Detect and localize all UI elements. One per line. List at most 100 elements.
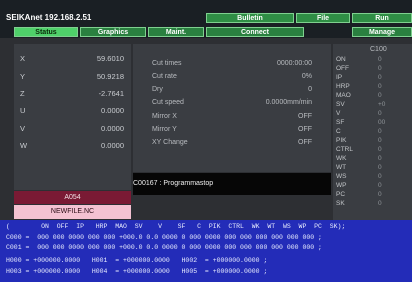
axis-row-u: U 0.0000 — [20, 106, 124, 118]
table-row: C000 = 000 000 0000 000 000 +000.0 0.0 0… — [6, 234, 322, 241]
axis-value: 0.0000 — [101, 141, 124, 150]
table-header: ( ON OFF IP HRP MAO SV V SF C PIK CTRL W… — [6, 223, 346, 230]
code-value: 0 — [378, 74, 382, 81]
code-value: 0 — [378, 155, 382, 162]
code-row: WT 0 — [336, 164, 412, 173]
code-value: +0 — [378, 101, 386, 108]
info-row-cut-times: Cut times 0000:00:00 — [152, 60, 312, 70]
info-value: OFF — [298, 113, 312, 120]
info-value: OFF — [298, 139, 312, 146]
info-value: OFF — [298, 126, 312, 133]
code-value: 0 — [378, 56, 382, 63]
nav-bulletin[interactable]: Bulletin — [206, 13, 294, 23]
code-row: IP 0 — [336, 74, 412, 83]
axis-value: 0.0000 — [101, 124, 124, 133]
code-label: SK — [336, 200, 345, 207]
code-value: 0 — [378, 182, 382, 189]
code-row: HRP 0 — [336, 83, 412, 92]
code-row: V0 — [336, 110, 412, 119]
info-value: 0% — [301, 73, 312, 80]
code-label: IP — [336, 74, 343, 81]
code-value: 0 — [378, 65, 382, 72]
info-row-mirror-x: Mirror X OFF — [152, 113, 312, 123]
program-number: A054 — [14, 191, 131, 204]
info-value: 0.0000mm/min — [265, 99, 312, 106]
table-row: H003 = +000000.0000 H004 = +000000.0000 … — [6, 268, 268, 275]
file-name[interactable]: NEWFILE.NC — [14, 205, 131, 219]
info-row-mirror-y: Mirror Y OFF — [152, 126, 312, 136]
axis-row-z: Z -2.7641 — [20, 89, 124, 101]
info-label: Cut speed — [152, 99, 184, 106]
code-value: 0 — [378, 92, 382, 99]
info-row-cut-speed: Cut speed 0.0000mm/min — [152, 99, 312, 109]
code-row: WS 0 — [336, 173, 412, 182]
code-row: SV +0 — [336, 101, 412, 110]
code-value: 00 — [378, 119, 386, 126]
axis-label: U — [20, 106, 26, 115]
code-label: PC — [336, 191, 346, 198]
code-label: SF — [336, 119, 345, 126]
code-label: WP — [336, 182, 347, 189]
code-label: MAO — [336, 92, 351, 99]
axis-row-w: W 0.0000 — [20, 141, 124, 153]
code-header: C100 — [370, 46, 387, 53]
code-row: WP 0 — [336, 182, 412, 191]
code-value: 0 — [378, 83, 382, 90]
axis-value: 59.6010 — [96, 54, 124, 63]
info-value: 0 — [308, 86, 312, 93]
tab-manage[interactable]: Manage — [352, 27, 412, 37]
code-label: HRP — [336, 83, 350, 90]
nav-file[interactable]: File — [296, 13, 350, 23]
code-row: CTRL 0 — [336, 146, 412, 155]
table-row: H000 = +000000.0000 H001 = +000000.0000 … — [6, 257, 268, 264]
axis-value: 0.0000 — [101, 106, 124, 115]
axis-label: Y — [20, 72, 26, 81]
info-value: 0000:00:00 — [276, 60, 312, 67]
info-label: XY Change — [152, 139, 188, 146]
code-row: MAO 0 — [336, 92, 412, 101]
code-label: WS — [336, 173, 347, 180]
code-label: ON — [336, 56, 346, 63]
axis-label: V — [20, 124, 26, 133]
axis-row-y: Y 50.9218 — [20, 72, 124, 84]
info-label: Cut times — [152, 60, 182, 67]
info-row-cut-rate: Cut rate 0% — [152, 73, 312, 83]
code-value: 0 — [378, 146, 382, 153]
message-bar: C00167 : Programmastop — [133, 173, 331, 195]
code-value: 0 — [378, 164, 382, 171]
code-value: 0 — [378, 200, 382, 207]
info-label: Cut rate — [152, 73, 177, 80]
code-label: WT — [336, 164, 347, 171]
code-value: 0 — [378, 173, 382, 180]
code-value: 0 — [378, 110, 382, 117]
code-row: SK 0 — [336, 200, 412, 209]
tab-maint[interactable]: Maint. — [148, 27, 204, 37]
info-row-xy-change: XY Change OFF — [152, 139, 312, 149]
code-label: CTRL — [336, 146, 353, 153]
axis-row-v: V 0.0000 — [20, 124, 124, 136]
code-label: V — [336, 110, 341, 117]
code-value: 0 — [378, 137, 382, 144]
axis-value: 50.9218 — [96, 72, 124, 81]
info-label: Mirror X — [152, 113, 177, 120]
code-label: WK — [336, 155, 347, 162]
code-label: SV — [336, 101, 345, 108]
code-label: OFF — [336, 65, 349, 72]
info-label: Mirror Y — [152, 126, 177, 133]
app-title: SEIKAnet 192.168.2.51 — [6, 13, 92, 22]
code-row: WK 0 — [336, 155, 412, 164]
code-row: C0 — [336, 128, 412, 137]
code-row: PIK 0 — [336, 137, 412, 146]
info-row-dry: Dry 0 — [152, 86, 312, 96]
info-label: Dry — [152, 86, 163, 93]
code-label: C — [336, 128, 341, 135]
code-row: ON 0 — [336, 56, 412, 65]
axis-row-x: X 59.6010 — [20, 54, 124, 66]
tab-connect[interactable]: Connect — [206, 27, 304, 37]
code-value: 0 — [378, 191, 382, 198]
nav-run[interactable]: Run — [352, 13, 412, 23]
tab-status[interactable]: Status — [14, 27, 78, 37]
axis-value: -2.7641 — [98, 89, 124, 98]
tab-graphics[interactable]: Graphics — [80, 27, 146, 37]
axis-label: X — [20, 54, 26, 63]
